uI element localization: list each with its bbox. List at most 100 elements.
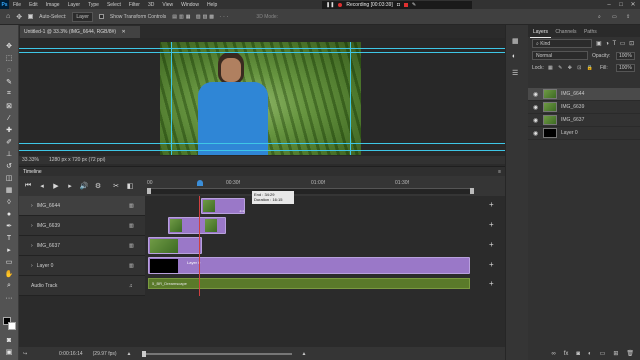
expand-arrow-icon[interactable]: › <box>31 243 33 249</box>
zoom-level[interactable]: 33.33% <box>22 157 39 163</box>
eye-icon[interactable]: ◉ <box>533 104 539 111</box>
layer-row-img-6644[interactable]: ◉ IMG_6644 <box>528 88 640 101</box>
playhead-handle[interactable] <box>197 180 203 186</box>
render-video-icon[interactable]: ↪ <box>23 351 27 357</box>
dodge-tool-icon[interactable]: ● <box>3 209 15 219</box>
shape-tool-icon[interactable]: ▭ <box>3 257 15 267</box>
auto-select-checkbox[interactable] <box>28 14 34 19</box>
quick-select-tool-icon[interactable]: ✎ <box>3 77 15 87</box>
film-strip-icon[interactable]: ▥ <box>129 203 134 209</box>
lock-icons[interactable]: ▦ ✎ ✥ ⊡ 🔒 <box>548 65 595 71</box>
music-note-icon[interactable]: ♫ <box>129 283 133 289</box>
brush-tool-icon[interactable]: ✐ <box>3 137 15 147</box>
zoom-in-icon[interactable]: ▲ <box>302 351 307 357</box>
menu-view[interactable]: View <box>158 2 177 8</box>
close-icon[interactable]: ✕ <box>628 1 638 8</box>
menu-layer[interactable]: Layer <box>64 2 85 8</box>
go-to-first-frame-icon[interactable]: ⏮ <box>23 182 33 190</box>
minimize-icon[interactable]: – <box>604 1 614 8</box>
expand-arrow-icon[interactable]: › <box>31 203 33 209</box>
search-icon[interactable]: ⌕ <box>598 14 601 20</box>
show-transform-checkbox[interactable] <box>98 14 104 19</box>
move-tool-icon[interactable]: ✥ <box>3 41 15 51</box>
workspace-icon[interactable]: ▭ <box>612 14 617 20</box>
menu-select[interactable]: Select <box>103 2 125 8</box>
work-area-end-handle[interactable] <box>470 188 474 194</box>
align-icons[interactable]: ▤▥▦ ▧▨▩ ··· <box>172 14 230 20</box>
settings-icon[interactable]: ⚙ <box>93 182 103 190</box>
clip-img-6639[interactable] <box>168 217 226 234</box>
history-panel-icon[interactable]: ▦ <box>512 37 519 45</box>
zoom-out-icon[interactable]: ▲ <box>127 351 132 357</box>
crop-tool-icon[interactable]: ⌗ <box>3 89 15 99</box>
filter-icons[interactable]: ▣ ◑ T ▭ ⊡ <box>596 40 635 47</box>
lasso-tool-icon[interactable]: ◌ <box>3 65 15 75</box>
layer-name[interactable]: IMG_6639 <box>561 104 584 110</box>
add-media-button[interactable]: + <box>489 200 494 209</box>
tab-channels[interactable]: Channels <box>552 27 579 37</box>
split-at-playhead-icon[interactable]: ✂ <box>111 182 121 190</box>
add-audio-button[interactable]: + <box>489 279 494 288</box>
menu-filter[interactable]: Filter <box>125 2 144 8</box>
add-media-button[interactable]: + <box>489 220 494 229</box>
eyedropper-tool-icon[interactable]: ⁄ <box>3 113 15 123</box>
gradient-tool-icon[interactable]: ▦ <box>3 185 15 195</box>
track-img-6639[interactable]: › IMG_6639 ▥ <box>19 216 145 236</box>
screen-mode-icon[interactable]: ▣ <box>3 347 15 357</box>
hand-tool-icon[interactable]: ✋ <box>3 269 15 279</box>
add-media-button[interactable]: + <box>489 260 494 269</box>
timeline-title[interactable]: Timeline <box>23 169 42 175</box>
background-color-swatch[interactable] <box>8 322 16 330</box>
more-tools-icon[interactable]: ··· <box>3 293 15 303</box>
timeline-ruler[interactable] <box>147 188 473 194</box>
next-frame-icon[interactable]: ▸ <box>65 182 75 190</box>
play-icon[interactable]: ▶ <box>51 182 61 190</box>
frame-tool-icon[interactable]: ⊠ <box>3 101 15 111</box>
marquee-tool-icon[interactable]: ⬚ <box>3 53 15 63</box>
menu-help[interactable]: Help <box>203 2 221 8</box>
edit-icon[interactable]: ✎ <box>412 2 416 8</box>
type-tool-icon[interactable]: T <box>3 233 15 243</box>
layer-row-img-6639[interactable]: ◉ IMG_6639 <box>528 101 640 114</box>
new-layer-icon[interactable]: ⊞ <box>613 350 618 357</box>
menu-3d[interactable]: 3D <box>144 2 158 8</box>
share-icon[interactable]: ⇪ <box>626 14 630 20</box>
opacity-field[interactable]: 100% <box>616 52 635 60</box>
layer-row-img-6637[interactable]: ◉ IMG_6637 <box>528 114 640 127</box>
clip-layer-0[interactable]: Layer 0 <box>148 257 470 274</box>
pen-tool-icon[interactable]: ✒ <box>3 221 15 231</box>
menu-type[interactable]: Type <box>84 2 103 8</box>
pause-icon[interactable]: ❚❚ <box>326 2 334 8</box>
healing-tool-icon[interactable]: ✚ <box>3 125 15 135</box>
layer-row-layer-0[interactable]: ◉ Layer 0 <box>528 127 640 140</box>
expand-arrow-icon[interactable]: › <box>31 223 33 229</box>
link-layers-icon[interactable]: ∞ <box>551 351 555 357</box>
fx-icon[interactable]: fx <box>564 351 569 357</box>
blur-tool-icon[interactable]: ◊ <box>3 197 15 207</box>
clip-audio[interactable]: 5_BR_Dreamscape <box>148 278 470 289</box>
layer-filter-dropdown[interactable]: ⌕ Kind <box>532 39 592 48</box>
add-mask-icon[interactable]: ◙ <box>576 351 580 357</box>
film-strip-icon[interactable]: ▥ <box>129 243 134 249</box>
menu-window[interactable]: Window <box>177 2 203 8</box>
film-strip-icon[interactable]: ▥ <box>129 223 134 229</box>
fill-field[interactable]: 100% <box>616 64 635 72</box>
properties-panel-icon[interactable]: ◐ <box>512 53 516 60</box>
track-img-6637[interactable]: › IMG_6637 ▥ <box>19 236 145 256</box>
track-layer-0[interactable]: › Layer 0 ▥ <box>19 256 145 276</box>
delete-layer-icon[interactable]: 🗑 <box>626 350 634 357</box>
transition-icon[interactable]: ◧ <box>125 182 135 190</box>
close-tab-icon[interactable]: ✕ <box>121 29 125 35</box>
zoom-tool-icon[interactable]: ⌕ <box>3 281 15 291</box>
layer-name[interactable]: Layer 0 <box>561 130 578 136</box>
stamp-tool-icon[interactable]: ⊥ <box>3 149 15 159</box>
adjustment-layer-icon[interactable]: ◐ <box>588 351 592 357</box>
history-brush-icon[interactable]: ↺ <box>3 161 15 171</box>
layer-name[interactable]: IMG_6637 <box>561 117 584 123</box>
eye-icon[interactable]: ◉ <box>533 91 539 98</box>
path-select-tool-icon[interactable]: ▸ <box>3 245 15 255</box>
work-area-start-handle[interactable] <box>147 188 151 194</box>
eye-icon[interactable]: ◉ <box>533 130 539 137</box>
current-time[interactable]: 0:00:16:14 <box>59 351 83 357</box>
quick-mask-icon[interactable]: ◙ <box>3 335 15 345</box>
